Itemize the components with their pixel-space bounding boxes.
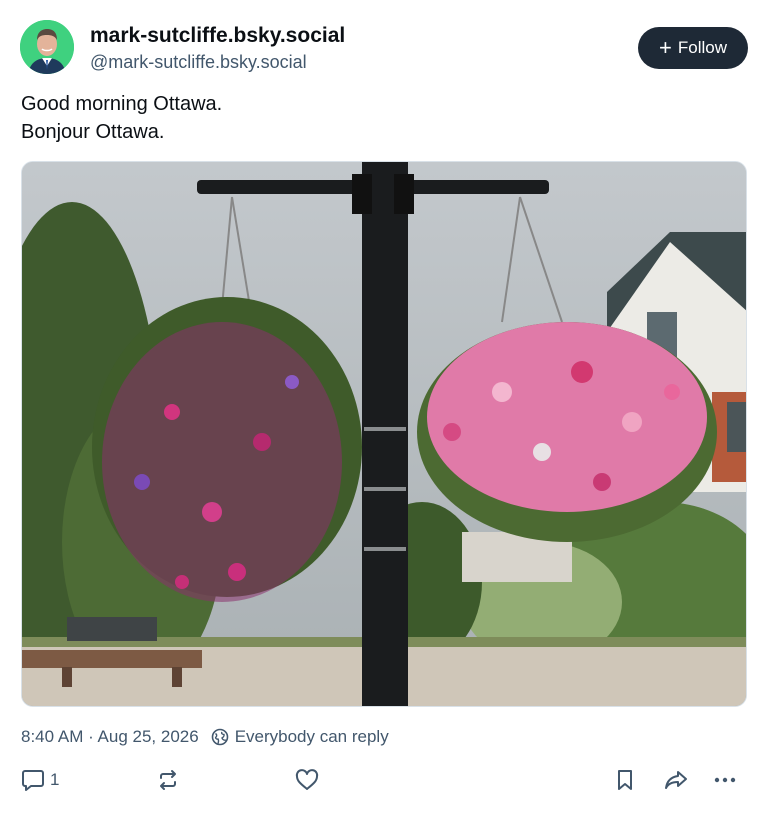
like-button[interactable] <box>294 762 320 798</box>
follow-button-label: Follow <box>677 38 727 57</box>
globe-icon <box>211 728 229 746</box>
repost-icon <box>155 767 181 793</box>
follow-button[interactable]: + Follow <box>638 27 748 69</box>
bookmark-icon <box>612 767 638 793</box>
post-text-line: Bonjour Ottawa. <box>21 121 165 143</box>
post-header: mark-sutcliffe.bsky.social @mark-sutclif… <box>20 20 748 76</box>
post-timestamp[interactable]: 8:40 AM · Aug 25, 2026 <box>21 727 199 747</box>
more-button[interactable] <box>712 762 738 798</box>
heart-icon <box>294 767 320 793</box>
post-actions: 1 <box>20 762 748 798</box>
share-button[interactable] <box>662 762 690 798</box>
post-text: Good morning Ottawa. Bonjour Ottawa. <box>21 90 222 146</box>
author-display-name[interactable]: mark-sutcliffe.bsky.social <box>90 23 345 49</box>
author-handle[interactable]: @mark-sutcliffe.bsky.social <box>90 50 345 74</box>
reply-setting[interactable]: Everybody can reply <box>235 727 389 747</box>
post-text-line: Good morning Ottawa. <box>21 93 223 115</box>
comment-icon <box>20 767 46 793</box>
reply-count: 1 <box>50 770 60 789</box>
photo-hanging-flower-baskets-icon <box>22 162 746 706</box>
repost-button[interactable] <box>155 762 181 798</box>
post-meta: 8:40 AM · Aug 25, 2026 Everybody can rep… <box>21 727 389 747</box>
post-image[interactable] <box>21 161 747 707</box>
more-icon <box>712 767 738 793</box>
avatar[interactable] <box>20 20 74 74</box>
avatar-photo-icon <box>20 20 74 74</box>
plus-icon: + <box>659 35 672 60</box>
reply-button[interactable]: 1 <box>20 762 59 798</box>
author-names: mark-sutcliffe.bsky.social @mark-sutclif… <box>90 23 345 74</box>
bookmark-button[interactable] <box>612 762 638 798</box>
share-icon <box>662 767 690 793</box>
